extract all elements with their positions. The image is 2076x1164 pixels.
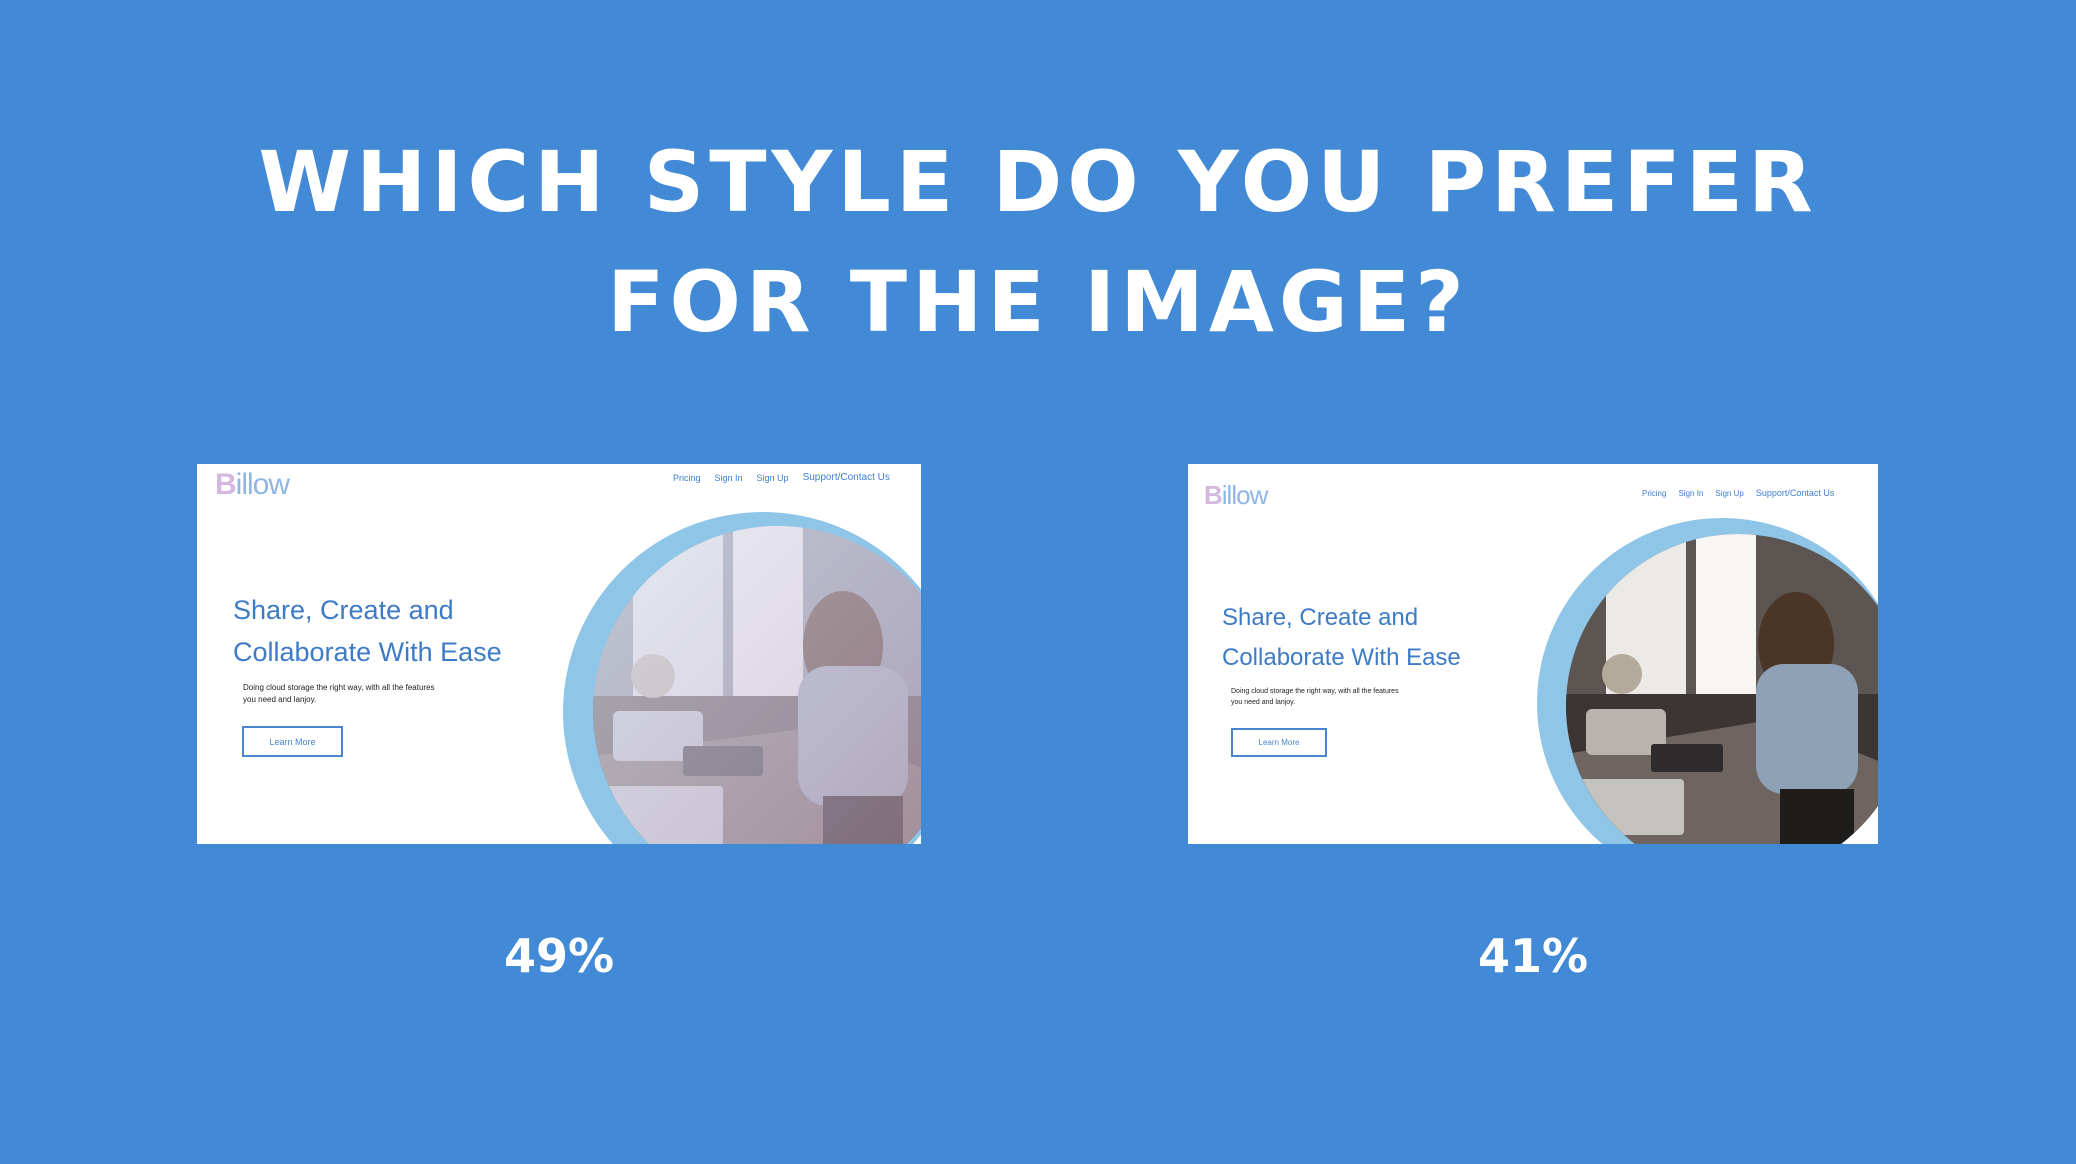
top-nav: Pricing Sign In Sign Up Support/Contact … (673, 472, 890, 483)
nav-sign-up-link[interactable]: Sign Up (757, 473, 789, 483)
nav-pricing-link[interactable]: Pricing (1642, 489, 1666, 498)
billow-logo: Billow (215, 468, 290, 501)
learn-more-button[interactable]: Learn More (1231, 728, 1327, 757)
headline-line-2: FOR THE IMAGE? (607, 253, 1469, 351)
option-a-percent: 49% (503, 929, 615, 983)
nav-pricing-link[interactable]: Pricing (673, 473, 701, 483)
top-nav: Pricing Sign In Sign Up Support/Contact … (1642, 488, 1834, 498)
option-b-percent: 41% (1477, 929, 1589, 983)
option-b-screenshot[interactable]: Billow Pricing Sign In Sign Up Support/C… (1188, 464, 1878, 844)
nav-support-link[interactable]: Support/Contact Us (803, 472, 890, 483)
hero-title: Share, Create and Collaborate With Ease (1222, 604, 1461, 671)
hero-subtitle: Doing cloud storage the right way, with … (1231, 688, 1399, 706)
nav-sign-up-link[interactable]: Sign Up (1715, 489, 1743, 498)
nav-support-link[interactable]: Support/Contact Us (1756, 488, 1835, 498)
option-a-screenshot[interactable]: Billow Pricing Sign In Sign Up Support/C… (197, 464, 921, 844)
option-a[interactable]: Billow Pricing Sign In Sign Up Support/C… (197, 464, 921, 983)
hero-subtitle: Doing cloud storage the right way, with … (243, 683, 435, 704)
billow-logo: Billow (1204, 480, 1268, 510)
nav-sign-in-link[interactable]: Sign In (1678, 489, 1703, 498)
option-b[interactable]: Billow Pricing Sign In Sign Up Support/C… (1188, 464, 1878, 983)
learn-more-button[interactable]: Learn More (242, 726, 343, 757)
nav-sign-in-link[interactable]: Sign In (715, 473, 743, 483)
hero-title: Share, Create and Collaborate With Ease (233, 595, 502, 667)
headline-line-1: WHICH STYLE DO YOU PREFER (258, 133, 1818, 231)
question-headline: WHICH STYLE DO YOU PREFER FOR THE IMAGE? (0, 122, 2076, 362)
